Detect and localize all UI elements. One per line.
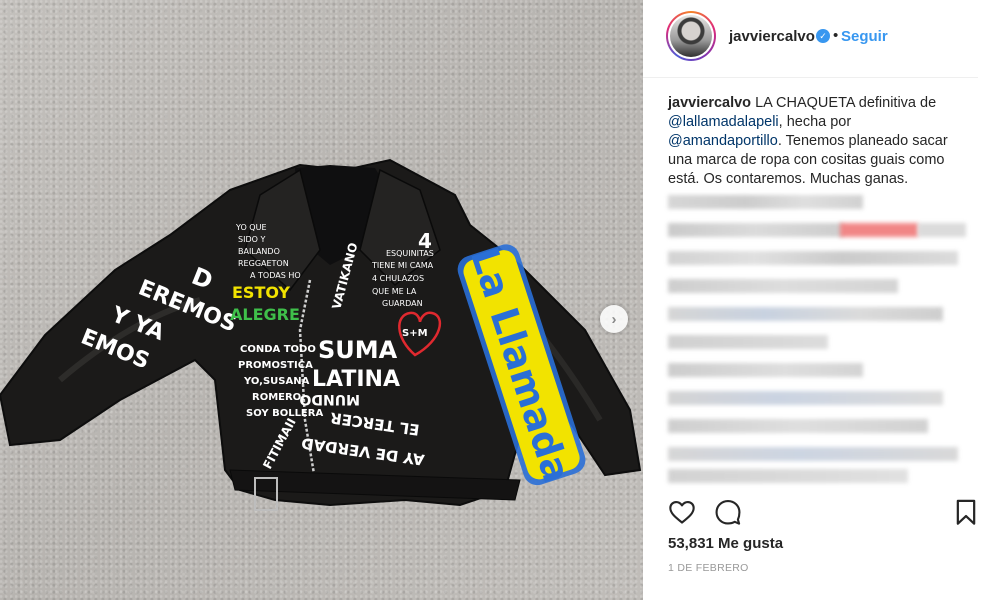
- jacket-text-tiene-mi-cama: TIENE MI CAMA: [371, 261, 434, 270]
- jacket-text-bailando: BAILANDO: [238, 247, 280, 256]
- jacket-text-mundo: MUNDO: [299, 391, 360, 407]
- jacket-text-s-m: S+M: [402, 328, 428, 339]
- comment-icon[interactable]: [714, 498, 742, 526]
- jacket-text-chulazos: 4 CHULAZOS: [372, 274, 424, 283]
- header-username[interactable]: javviercalvo: [729, 28, 815, 45]
- jacket-text-latina: LATINA: [312, 367, 400, 392]
- blurred-comment-row: [668, 391, 943, 405]
- blurred-comments: [668, 193, 968, 483]
- blurred-comment-row: [668, 419, 928, 433]
- jacket-text-yo-susana: YO,SUSANA: [243, 376, 310, 387]
- jacket-text-sido: SIDO Y: [238, 235, 265, 244]
- jacket-text-esquinitas: ESQUINITAS: [386, 249, 434, 258]
- post-actions: [668, 498, 978, 528]
- bookmark-icon[interactable]: [952, 498, 980, 526]
- jacket-text-guardan: GUARDAN: [382, 299, 423, 308]
- caption-username[interactable]: javviercalvo: [668, 95, 751, 111]
- avatar-photo: [670, 15, 712, 57]
- post-caption: javviercalvo LA CHAQUETA definitiva de @…: [668, 94, 968, 189]
- blurred-comment-row: [918, 223, 966, 237]
- blurred-comment-row: [668, 195, 863, 209]
- blurred-comment-row: [668, 335, 828, 349]
- blurred-comment-row: [668, 223, 843, 237]
- blurred-comment-highlight: [840, 223, 918, 237]
- follow-button[interactable]: Seguir: [841, 28, 888, 45]
- post-header: javviercalvo ✓ • Seguir: [643, 0, 978, 78]
- leather-jacket-image: La Llamada D EREMOS Y YA EMOS ESTOY ALEG…: [0, 158, 642, 511]
- blurred-comment-row: [668, 469, 908, 483]
- jacket-text-a-todas: A TODAS HO: [250, 271, 301, 280]
- heart-icon[interactable]: [668, 498, 696, 526]
- jacket-text-conda-todo: CONDA TODO: [240, 344, 316, 355]
- next-image-button[interactable]: ›: [600, 305, 628, 333]
- jacket-text-que-me-la: QUE ME LA: [372, 287, 417, 296]
- separator-dot: •: [833, 27, 839, 44]
- caption-text-1: LA CHAQUETA definitiva de: [751, 95, 937, 111]
- blurred-comment-row: [668, 251, 958, 265]
- jacket-text-estoy: ESTOY: [232, 283, 290, 302]
- jacket-text-promostica: PROMOSTICA: [238, 360, 313, 371]
- jacket-text-yo-que: YO QUE: [235, 223, 267, 232]
- jacket-text-suma: SUMA: [318, 336, 398, 364]
- post-photo[interactable]: La Llamada D EREMOS Y YA EMOS ESTOY ALEG…: [0, 0, 643, 600]
- caption-mention-amandaportillo[interactable]: @amandaportillo: [668, 133, 778, 149]
- verified-badge-icon: ✓: [816, 29, 830, 43]
- likes-count[interactable]: 53,831 Me gusta: [668, 535, 783, 552]
- jacket-text-reggaeton: REGGAETON: [238, 259, 289, 268]
- caption-text-2: , hecha por: [778, 114, 852, 130]
- blurred-comment-row: [668, 363, 863, 377]
- blurred-comment-row: [668, 307, 943, 321]
- avatar[interactable]: [666, 11, 716, 61]
- caption-mention-lallamadalapeli[interactable]: @lallamadalapeli: [668, 114, 779, 130]
- jacket-text-alegre: ALEGRE: [230, 305, 300, 324]
- blurred-comment-row: [668, 447, 958, 461]
- chevron-right-icon: ›: [611, 310, 617, 328]
- blurred-comment-row: [668, 279, 898, 293]
- jacket-text-romero: ROMERO.: [252, 392, 305, 403]
- post-date: 1 DE FEBRERO: [668, 562, 749, 574]
- post-sidebar: javviercalvo ✓ • Seguir javviercalvo LA …: [643, 0, 1000, 600]
